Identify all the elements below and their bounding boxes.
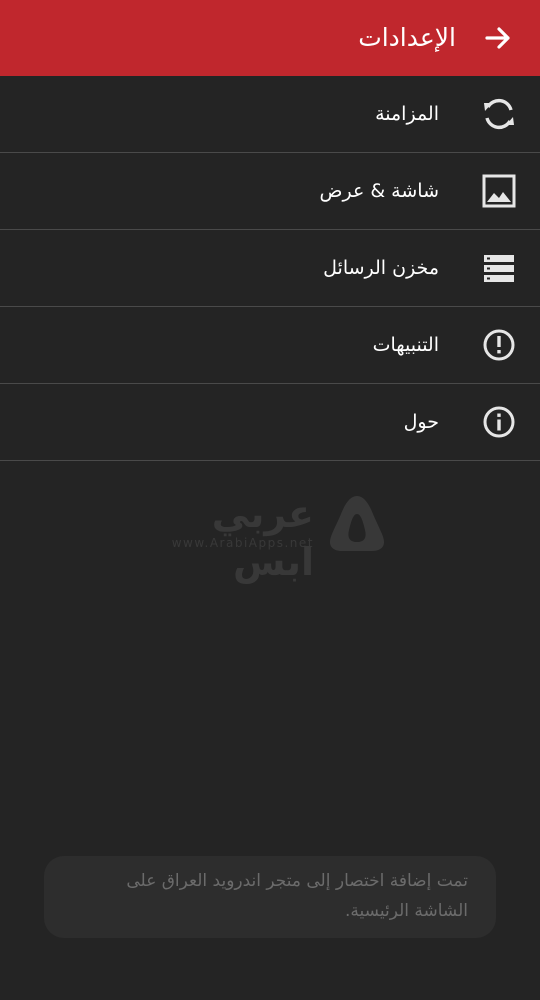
menu-item-label: حول [403,411,439,433]
alert-icon [480,326,518,364]
toast-notification: تمت إضافة اختصار إلى متجر اندرويد العراق… [44,856,496,938]
app-bar: الإعدادات [0,0,540,76]
watermark-logo-icon [326,492,388,554]
menu-item-label: شاشة & عرض [319,180,439,202]
menu-item-message-storage[interactable]: مخزن الرسائل [0,230,540,307]
page-title: الإعدادات [358,23,456,52]
settings-menu: المزامنة شاشة & عرض مخزن الرسائل التنبيه… [0,76,540,461]
arrow-right-icon[interactable] [480,20,516,56]
storage-icon [480,249,518,287]
menu-item-sync[interactable]: المزامنة [0,76,540,153]
image-icon [480,172,518,210]
info-icon [480,403,518,441]
toast-message: تمت إضافة اختصار إلى متجر اندرويد العراق… [126,871,468,921]
watermark-url: www.ArabiApps.net [171,536,314,550]
menu-item-notifications[interactable]: التنبيهات [0,307,540,384]
watermark: عربي ابس www.ArabiApps.net [150,490,390,584]
menu-item-label: مخزن الرسائل [323,257,439,279]
menu-item-label: المزامنة [375,103,439,125]
sync-icon [480,95,518,133]
menu-item-label: التنبيهات [372,334,439,356]
menu-item-about[interactable]: حول [0,384,540,461]
menu-item-display[interactable]: شاشة & عرض [0,153,540,230]
settings-screen: الإعدادات المزامنة شاشة & عرض مخزن الرسا… [0,0,540,1000]
